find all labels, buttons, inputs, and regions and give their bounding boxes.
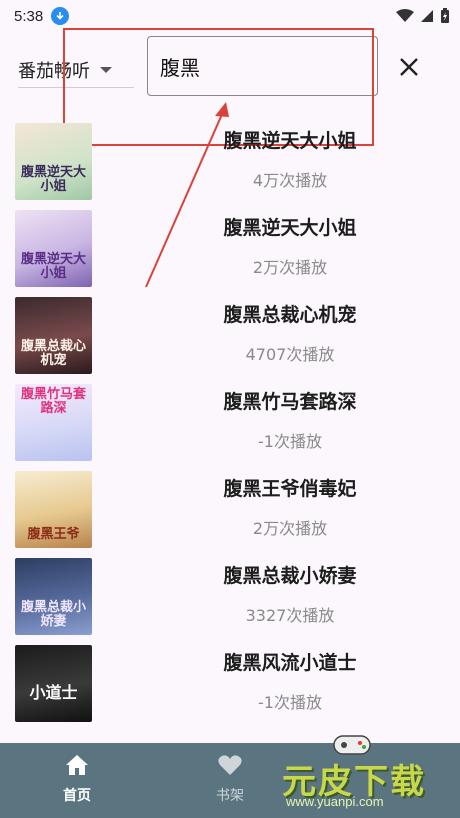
status-bar: 5:38 <box>0 0 460 32</box>
list-item[interactable]: 腹黑逆天大小姐 腹黑逆天大小姐 2万次播放 <box>0 207 460 294</box>
item-title: 腹黑逆天大小姐 <box>223 130 357 152</box>
item-title: 腹黑总裁小娇妻 <box>223 565 357 587</box>
search-input[interactable]: 腹黑 <box>147 36 378 96</box>
book-cover: 腹黑逆天大小姐 <box>15 123 92 200</box>
item-title: 腹黑王爷俏毒妃 <box>223 478 357 500</box>
nav-bookshelf[interactable]: 书架 <box>190 753 270 805</box>
item-plays: 4万次播放 <box>252 171 328 190</box>
status-icons <box>396 8 450 24</box>
source-select[interactable]: 番茄畅听 <box>18 52 134 88</box>
book-cover: 小道士 <box>15 645 92 722</box>
book-cover: 腹黑竹马套路深 <box>15 384 92 461</box>
item-plays: -1次播放 <box>258 432 322 451</box>
nav-home-label: 首页 <box>63 788 91 804</box>
list-item[interactable]: 腹黑王爷 腹黑王爷俏毒妃 2万次播放 <box>0 468 460 555</box>
nav-home[interactable]: 首页 <box>37 753 117 805</box>
search-header: 番茄畅听 腹黑 <box>0 32 460 112</box>
results-list: 腹黑逆天大小姐 腹黑逆天大小姐 4万次播放 腹黑逆天大小姐 腹黑逆天大小姐 2万… <box>0 120 460 729</box>
book-cover: 腹黑总裁心机宠 <box>15 297 92 374</box>
book-cover: 腹黑逆天大小姐 <box>15 210 92 287</box>
item-title: 腹黑风流小道士 <box>223 652 357 674</box>
item-plays: 2万次播放 <box>252 519 328 538</box>
signal-icon <box>421 10 433 22</box>
item-plays: 4707次播放 <box>245 345 335 364</box>
item-title: 腹黑竹马套路深 <box>223 391 357 413</box>
close-icon <box>400 58 418 76</box>
battery-icon <box>441 8 449 23</box>
item-title: 腹黑逆天大小姐 <box>223 217 357 239</box>
wifi-icon <box>396 9 414 22</box>
item-plays: -1次播放 <box>258 693 322 712</box>
nav-bookshelf-label: 书架 <box>216 788 244 804</box>
book-cover: 腹黑王爷 <box>15 471 92 548</box>
list-item[interactable]: 腹黑总裁小娇妻 腹黑总裁小娇妻 3327次播放 <box>0 555 460 642</box>
item-plays: 3327次播放 <box>245 606 335 625</box>
search-input-value: 腹黑 <box>160 55 200 80</box>
source-select-label: 番茄畅听 <box>18 60 90 82</box>
item-plays: 2万次播放 <box>252 258 328 277</box>
close-button[interactable] <box>392 50 426 84</box>
heart-icon <box>218 755 242 775</box>
home-icon <box>66 755 88 775</box>
status-time: 5:38 <box>14 7 44 25</box>
chevron-down-icon <box>100 66 112 73</box>
watermark-url: www.yuanpi.com <box>286 794 384 809</box>
download-icon <box>51 7 70 25</box>
list-item[interactable]: 腹黑逆天大小姐 腹黑逆天大小姐 4万次播放 <box>0 120 460 207</box>
list-item[interactable]: 腹黑竹马套路深 腹黑竹马套路深 -1次播放 <box>0 381 460 468</box>
book-cover: 腹黑总裁小娇妻 <box>15 558 92 635</box>
item-title: 腹黑总裁心机宠 <box>223 304 357 326</box>
list-item[interactable]: 腹黑总裁心机宠 腹黑总裁心机宠 4707次播放 <box>0 294 460 381</box>
list-item[interactable]: 小道士 腹黑风流小道士 -1次播放 <box>0 642 460 729</box>
